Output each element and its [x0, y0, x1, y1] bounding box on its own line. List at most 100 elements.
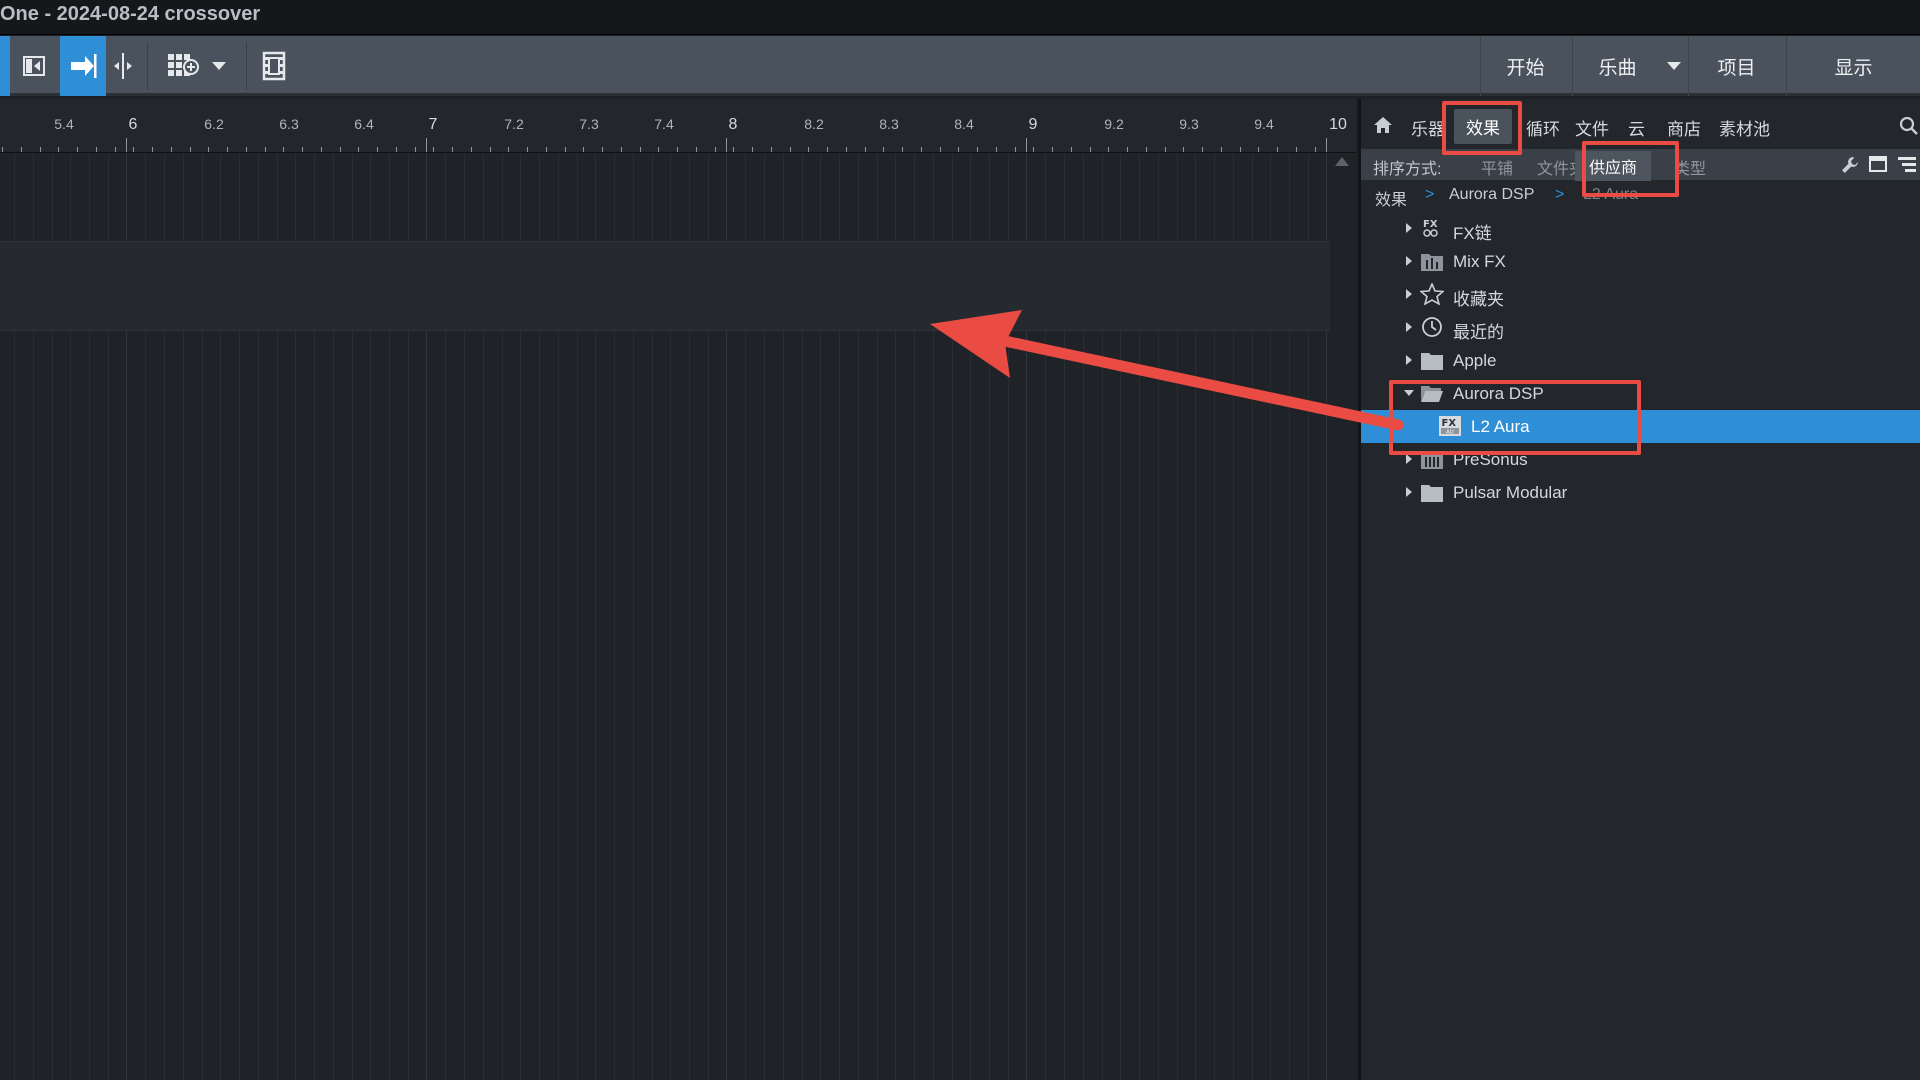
breadcrumb-item[interactable]: L2 Aura: [1583, 186, 1638, 204]
ruler-tick: [1052, 147, 1053, 152]
sort-option[interactable]: 平铺: [1481, 155, 1513, 179]
ruler-tick: [471, 147, 472, 152]
tree-item-label: Aurora DSP: [1453, 384, 1544, 403]
autoscroll-button[interactable]: [60, 36, 106, 96]
list-view-icon[interactable]: [1897, 156, 1917, 172]
tab-browser-3[interactable]: 文件: [1575, 115, 1609, 140]
ruler-tick: [508, 147, 509, 152]
ruler-tick: [565, 147, 566, 152]
tool-partial-button[interactable]: [0, 36, 10, 96]
ruler-tick: [1277, 147, 1278, 152]
chevron-down-icon[interactable]: [1404, 390, 1414, 396]
song-dropdown[interactable]: [1662, 36, 1686, 96]
search-icon[interactable]: [1899, 116, 1919, 136]
sort-bar: 排序方式: 平铺 文件夹 供应商 类型: [1361, 149, 1920, 181]
browser-panel: 乐器 效果 循环 文件云商店 素材池 排序方式: 平铺 文件夹 供应商 类型 效果 > Auro: [1358, 99, 1920, 1080]
tree-item[interactable]: Apple: [1361, 344, 1920, 377]
breadcrumb-item[interactable]: 效果: [1375, 186, 1407, 210]
tab-browser-0[interactable]: 乐器: [1411, 115, 1445, 140]
start-button[interactable]: 开始: [1480, 36, 1570, 96]
tab-browser-5[interactable]: 商店: [1667, 115, 1701, 140]
tree-item[interactable]: FX AU L2 Aura: [1361, 410, 1920, 443]
grid-snap-button[interactable]: [162, 36, 204, 96]
ruler-tick: [58, 147, 59, 152]
split-button[interactable]: [108, 36, 138, 96]
sort-label: 排序方式:: [1373, 161, 1442, 178]
split-icon: [114, 53, 132, 79]
chevron-right-icon[interactable]: [1406, 322, 1412, 332]
fx-chain-icon: FX: [1420, 217, 1444, 239]
ruler-tick: [1202, 147, 1203, 152]
ruler-major-tick: [1326, 138, 1327, 152]
breadcrumb-item[interactable]: Aurora DSP: [1449, 186, 1534, 204]
chevron-right-icon[interactable]: [1406, 256, 1412, 266]
ruler-tick: [415, 147, 416, 152]
tree-item[interactable]: 最近的: [1361, 311, 1920, 344]
grid-options-dropdown[interactable]: [206, 36, 232, 96]
tree-item[interactable]: PreSonus: [1361, 443, 1920, 476]
snap-start-icon: [23, 56, 45, 76]
scroll-up-arrow[interactable]: [1335, 157, 1349, 166]
chevron-right-icon[interactable]: [1406, 487, 1412, 497]
ruler-tick: [677, 147, 678, 152]
ruler-tick: [152, 147, 153, 152]
ruler-tick: [2, 147, 3, 152]
tree-item[interactable]: FX FX链: [1361, 212, 1920, 245]
ruler-major-tick: [1026, 138, 1027, 152]
ruler-tick: [1033, 147, 1034, 152]
tree-item[interactable]: Pulsar Modular: [1361, 476, 1920, 509]
ruler-label: 6.2: [204, 116, 224, 132]
wrench-icon[interactable]: [1841, 156, 1859, 174]
tab-browser-6[interactable]: 素材池: [1719, 115, 1770, 140]
snap-start-button[interactable]: [16, 36, 52, 96]
ruler-tick: [1240, 147, 1241, 152]
arrange-view[interactable]: 5.4 6 6.2 6.3 6.4 7 7.2 7.3 7.4 8 8.2 8.3 8.4 9 9.2 9.3…: [0, 99, 1356, 1080]
home-icon[interactable]: [1373, 116, 1393, 134]
ruler-tick: [171, 147, 172, 152]
ruler-tick: [771, 147, 772, 152]
ruler-tick: [265, 147, 266, 152]
ruler-label: 6.4: [354, 116, 374, 132]
ruler-tick: [1296, 147, 1297, 152]
ruler-tick: [396, 147, 397, 152]
timeline-ruler[interactable]: 5.4 6 6.2 6.3 6.4 7 7.2 7.3 7.4 8 8.2 8.3 8.4 9 9.2 9.3…: [0, 99, 1356, 153]
tab-effects[interactable]: 效果: [1454, 109, 1512, 144]
ruler-tick: [527, 147, 528, 152]
chevron-right-icon[interactable]: [1406, 289, 1412, 299]
show-button[interactable]: 显示: [1786, 36, 1920, 96]
ruler-tick: [1221, 147, 1222, 152]
folder-icon: [1420, 481, 1444, 503]
title-bar: One - 2024-08-24 crossover: [0, 0, 1920, 35]
chevron-down-icon: [1667, 62, 1681, 70]
ruler-tick: [208, 147, 209, 152]
tree-item[interactable]: Aurora DSP: [1361, 377, 1920, 410]
tree-item[interactable]: 收藏夹: [1361, 278, 1920, 311]
ruler-tick: [996, 147, 997, 152]
svg-text:AU: AU: [1446, 430, 1454, 436]
ruler-tick: [640, 147, 641, 152]
chevron-right-icon[interactable]: [1406, 454, 1412, 464]
song-button[interactable]: 乐曲: [1572, 36, 1662, 96]
chevron-right-icon[interactable]: [1406, 355, 1412, 365]
project-button[interactable]: 项目: [1688, 36, 1784, 96]
sort-option[interactable]: 类型: [1674, 155, 1706, 179]
chevron-right-icon[interactable]: [1406, 223, 1412, 233]
main-toolbar: 开始 乐曲 项目 显示: [0, 36, 1920, 96]
tab-browser-2[interactable]: 循环: [1526, 115, 1560, 140]
tab-browser-4[interactable]: 云: [1628, 115, 1645, 140]
ruler-tick: [1315, 147, 1316, 152]
ruler-major-tick: [126, 138, 127, 152]
sort-option[interactable]: 供应商: [1575, 151, 1652, 181]
ruler-tick: [1146, 147, 1147, 152]
track-lane[interactable]: [0, 241, 1330, 331]
window-view-icon[interactable]: [1869, 156, 1887, 172]
ruler-tick: [902, 147, 903, 152]
ruler-tick: [921, 147, 922, 152]
ruler-tick: [1258, 147, 1259, 152]
ruler-tick: [115, 147, 116, 152]
ruler-label: 8.2: [804, 116, 824, 132]
ruler-tick: [602, 147, 603, 152]
tree-item[interactable]: Mix FX: [1361, 245, 1920, 278]
video-button[interactable]: [258, 36, 290, 96]
ruler-tick: [958, 147, 959, 152]
